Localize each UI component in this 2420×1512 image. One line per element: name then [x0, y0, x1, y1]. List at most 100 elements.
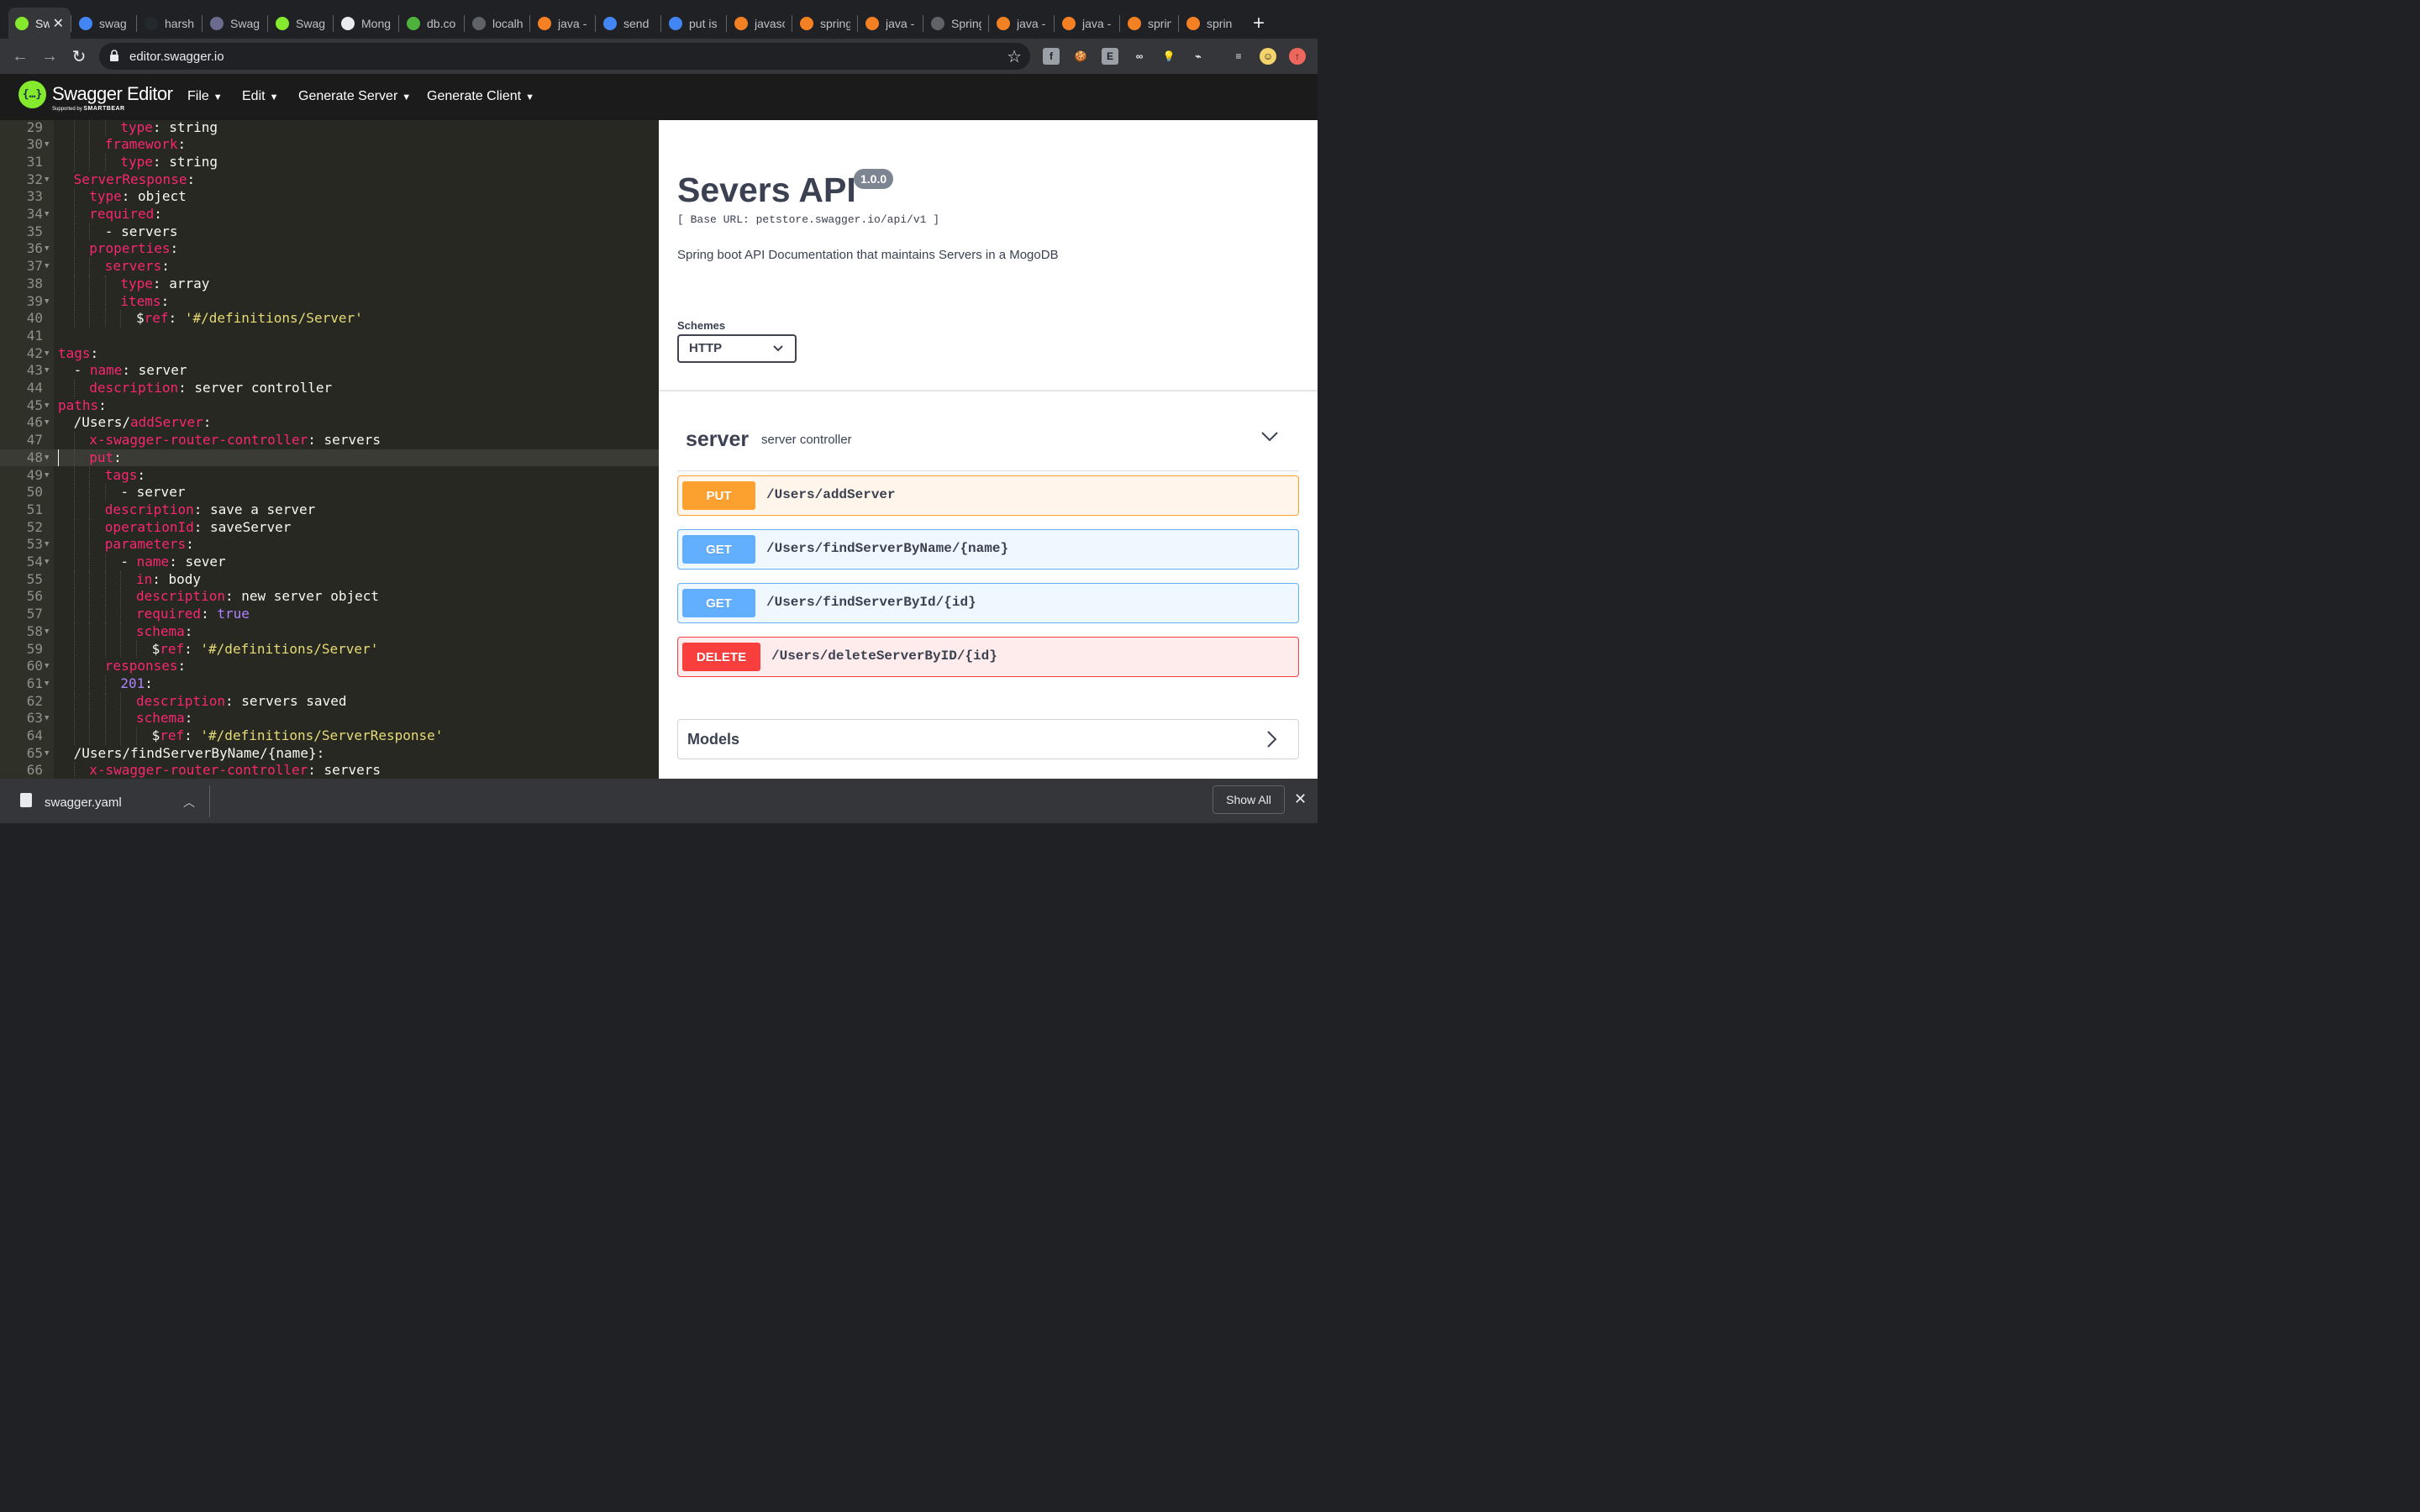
menu-generate-client[interactable]: Generate Client ▼ — [427, 89, 534, 104]
browser-tab[interactable]: javasc — [728, 8, 792, 39]
yaml-editor[interactable]: 29 type: string 30 ▼ framework: 31 type: strin… — [0, 120, 659, 779]
bookmark-star-icon[interactable]: ☆ — [1007, 46, 1022, 67]
cookie-ext-icon[interactable]: 🍪 — [1072, 48, 1089, 65]
indent-guide — [120, 588, 122, 606]
browser-tab[interactable]: java - — [990, 8, 1054, 39]
browser-tab[interactable]: java - — [859, 8, 923, 39]
browser-tab[interactable]: spring — [793, 8, 857, 39]
fold-arrow-icon[interactable]: ▼ — [45, 745, 49, 763]
models-section[interactable]: Models — [677, 719, 1299, 759]
app-subtitle: Supported by SMARTBEAR — [52, 106, 125, 112]
fold-arrow-icon[interactable]: ▼ — [45, 554, 49, 571]
browser-tab[interactable]: java - — [531, 8, 595, 39]
code-line: 42 ▼ tags: — [0, 345, 659, 363]
line-number: 55 — [26, 570, 43, 587]
wifi-ext-icon[interactable]: ⌁ — [1190, 48, 1207, 65]
indent-guide — [89, 310, 91, 328]
indent-guide — [73, 120, 75, 137]
indent-guide — [89, 518, 91, 537]
indent-guide — [73, 136, 75, 154]
tab-separator — [202, 15, 203, 32]
browser-tab[interactable]: swag — [72, 8, 136, 39]
fold-arrow-icon[interactable]: ▼ — [45, 397, 49, 415]
fold-arrow-icon[interactable]: ▼ — [45, 206, 49, 223]
infinity-ext-icon[interactable]: ∞ — [1131, 48, 1148, 65]
line-number: 51 — [26, 501, 43, 517]
fold-arrow-icon[interactable]: ▼ — [45, 710, 49, 727]
code-line: 51 description: save a server — [0, 501, 659, 519]
menu-generate-server[interactable]: Generate Server ▼ — [298, 89, 411, 104]
downloads-shelf: swagger.yaml ︿ Show All ✕ — [0, 779, 1318, 823]
fold-arrow-icon[interactable]: ▼ — [45, 467, 49, 485]
file-icon — [20, 793, 32, 807]
indent-guide — [73, 606, 75, 623]
media-queue-icon[interactable]: ≡ — [1230, 48, 1247, 65]
facebook-ext-icon[interactable]: f — [1043, 48, 1060, 65]
browser-tab[interactable]: Sw ✕ — [8, 8, 71, 39]
browser-tab[interactable]: Mong — [334, 8, 398, 39]
browser-tab[interactable]: localh — [466, 8, 529, 39]
new-tab-button[interactable]: + — [1247, 12, 1270, 35]
browser-tab[interactable]: db.co — [400, 8, 464, 39]
menu-file[interactable]: File ▼ — [187, 89, 223, 104]
browser-tab[interactable]: spring — [1180, 8, 1239, 39]
close-icon[interactable]: ✕ — [1294, 790, 1307, 808]
code-text: - server — [120, 484, 186, 501]
fold-arrow-icon[interactable]: ▼ — [45, 258, 49, 276]
globe-icon — [472, 16, 486, 30]
close-tab-icon[interactable]: ✕ — [53, 15, 64, 32]
update-arrow-icon[interactable]: ↑ — [1289, 48, 1306, 65]
fold-arrow-icon[interactable]: ▼ — [45, 240, 49, 258]
forward-button[interactable]: → — [39, 45, 60, 67]
browser-tab[interactable]: harsh — [138, 8, 202, 39]
mongoose-favicon-icon — [341, 16, 355, 30]
tag-section-header[interactable]: server server controller — [677, 416, 1299, 471]
browser-tab[interactable]: send — [597, 8, 660, 39]
fold-arrow-icon[interactable]: ▼ — [45, 658, 49, 675]
chevron-up-icon[interactable]: ︿ — [183, 794, 195, 811]
operation-put[interactable]: PUT/Users/addServer — [677, 475, 1299, 516]
download-file-name[interactable]: swagger.yaml — [45, 795, 122, 810]
operation-get[interactable]: GET/Users/findServerByName/{name} — [677, 529, 1299, 570]
indent-guide — [89, 692, 91, 711]
chevron-down-icon[interactable] — [1260, 428, 1279, 446]
back-button[interactable]: ← — [9, 45, 31, 67]
menu-edit[interactable]: Edit ▼ — [242, 89, 278, 104]
code-line: 33 type: object — [0, 188, 659, 206]
show-all-button[interactable]: Show All — [1213, 785, 1285, 814]
fold-arrow-icon[interactable]: ▼ — [45, 675, 49, 693]
browser-tab[interactable]: Spring — [924, 8, 988, 39]
tab-separator — [660, 15, 661, 32]
fold-arrow-icon[interactable]: ▼ — [45, 362, 49, 380]
schemes-select[interactable]: HTTP — [677, 334, 797, 363]
profile-avatar-icon[interactable]: ☺ — [1260, 48, 1276, 65]
tag-name: server — [686, 428, 750, 451]
fold-arrow-icon[interactable]: ▼ — [45, 449, 49, 467]
line-number: 35 — [26, 223, 43, 239]
browser-tab[interactable]: java - — [1055, 8, 1119, 39]
fold-arrow-icon[interactable]: ▼ — [45, 171, 49, 189]
line-number: 32 — [26, 171, 43, 187]
browser-tab[interactable]: Swag — [269, 8, 333, 39]
browser-tab[interactable]: spring — [1121, 8, 1178, 39]
line-number: 65 — [26, 744, 43, 761]
fold-arrow-icon[interactable]: ▼ — [45, 136, 49, 154]
fold-arrow-icon[interactable]: ▼ — [45, 414, 49, 432]
e-ext-icon[interactable]: E — [1102, 48, 1118, 65]
code-text: $ref: '#/definitions/Server' — [136, 310, 363, 327]
address-bar[interactable]: editor.swagger.io ☆ — [99, 43, 1030, 70]
http-method-badge: GET — [682, 535, 755, 564]
lock-icon — [110, 50, 118, 61]
operation-get[interactable]: GET/Users/findServerById/{id} — [677, 583, 1299, 623]
reload-button[interactable]: ↻ — [68, 45, 90, 67]
browser-tab[interactable]: put is — [662, 8, 726, 39]
fold-arrow-icon[interactable]: ▼ — [45, 536, 49, 554]
browser-tab[interactable]: Swag — [203, 8, 267, 39]
operation-delete[interactable]: DELETE/Users/deleteServerByID/{id} — [677, 637, 1299, 677]
fold-arrow-icon[interactable]: ▼ — [45, 623, 49, 641]
line-number: 56 — [26, 588, 43, 605]
bulb-ext-icon[interactable]: 💡 — [1160, 48, 1177, 65]
fold-arrow-icon[interactable]: ▼ — [45, 293, 49, 311]
fold-arrow-icon[interactable]: ▼ — [45, 345, 49, 363]
stackoverflow-icon — [1186, 16, 1200, 30]
